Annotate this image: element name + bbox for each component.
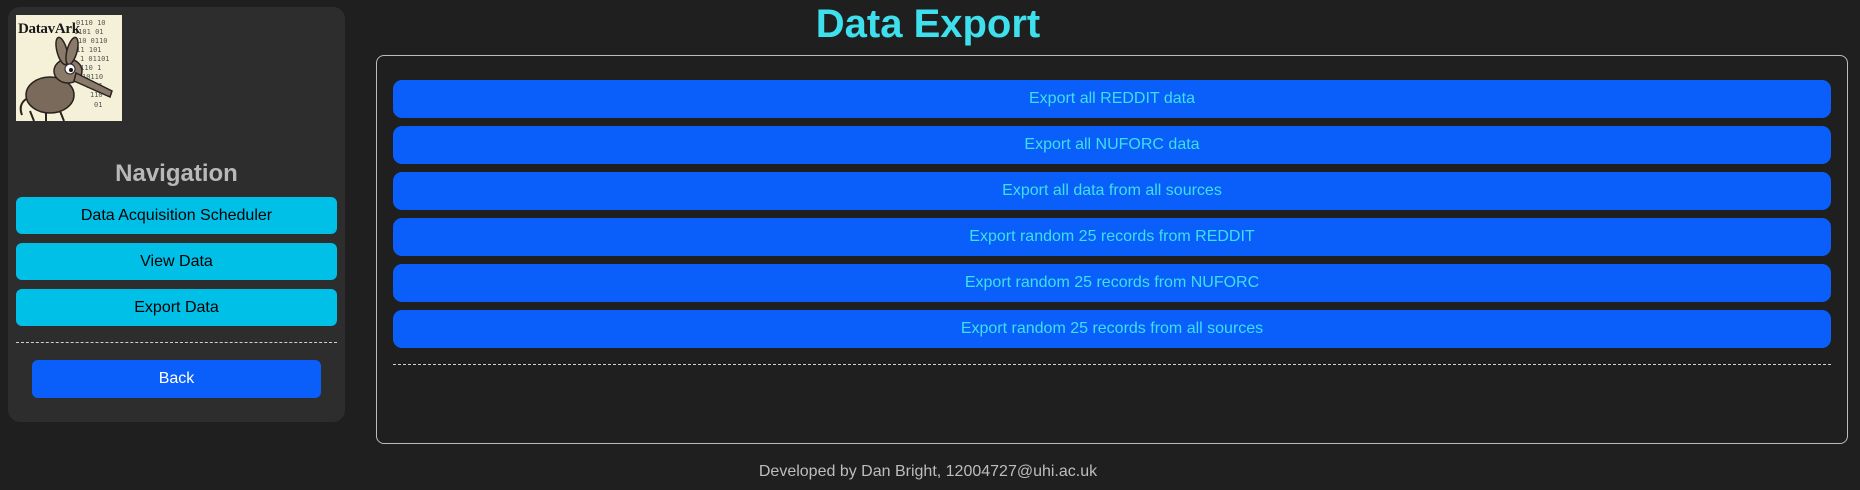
export-all-nuforc-button[interactable]: Export all NUFORC data xyxy=(393,126,1831,164)
back-button[interactable]: Back xyxy=(32,360,321,398)
export-all-reddit-button[interactable]: Export all REDDIT data xyxy=(393,80,1831,118)
page: 0110 10 1101 01 10 0110 011 101 1 01101 … xyxy=(0,0,1860,490)
svg-text:01: 01 xyxy=(94,101,102,109)
page-title: Data Export xyxy=(815,2,1041,46)
export-all-sources-button[interactable]: Export all data from all sources xyxy=(393,172,1831,210)
panel-divider xyxy=(393,364,1831,365)
sidebar: 0110 10 1101 01 10 0110 011 101 1 01101 … xyxy=(8,7,345,422)
nav-data-acquisition-scheduler-button[interactable]: Data Acquisition Scheduler xyxy=(16,197,337,234)
nav-export-data-button[interactable]: Export Data xyxy=(16,289,337,326)
sidebar-divider xyxy=(16,342,337,343)
export-panel: Export all REDDIT data Export all NUFORC… xyxy=(376,55,1848,444)
nav-view-data-button[interactable]: View Data xyxy=(16,243,337,280)
export-random-nuforc-button[interactable]: Export random 25 records from NUFORC xyxy=(393,264,1831,302)
export-random-all-sources-button[interactable]: Export random 25 records from all source… xyxy=(393,310,1831,348)
export-random-reddit-button[interactable]: Export random 25 records from REDDIT xyxy=(393,218,1831,256)
footer-credit: Developed by Dan Bright, 12004727@uhi.ac… xyxy=(758,463,1098,480)
nav-heading: Navigation xyxy=(115,160,238,187)
svg-text:1 01101: 1 01101 xyxy=(80,55,110,63)
